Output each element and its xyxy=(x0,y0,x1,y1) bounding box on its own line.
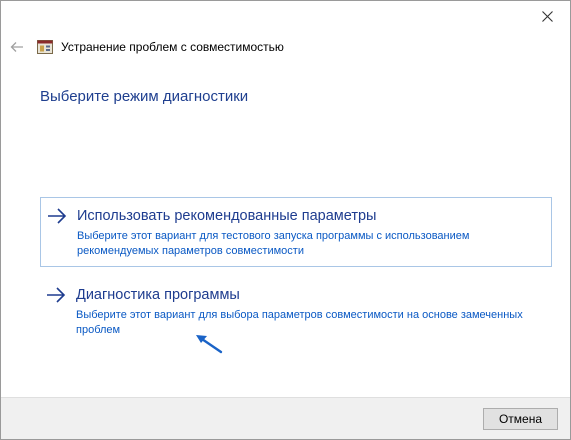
window-title: Устранение проблем с совместимостью xyxy=(61,40,284,54)
option-description: Выберите этот вариант для выбора парамет… xyxy=(76,309,523,336)
arrow-right-icon xyxy=(47,287,66,303)
page-title: Выберите режим диагностики xyxy=(40,88,249,105)
compatibility-troubleshooter-icon xyxy=(37,40,53,54)
troubleshooter-window: Устранение проблем с совместимостью Выбе… xyxy=(0,0,571,440)
arrow-right-icon xyxy=(48,208,67,224)
option-description: Выберите этот вариант для тестового запу… xyxy=(77,230,470,257)
back-arrow-icon xyxy=(10,42,23,52)
back-button[interactable] xyxy=(6,36,28,58)
close-icon xyxy=(541,10,553,22)
close-button[interactable] xyxy=(524,1,570,31)
navigation-row: Устранение проблем с совместимостью xyxy=(1,33,570,61)
title-bar xyxy=(1,1,570,31)
option-recommended-settings[interactable]: Использовать рекомендованные параметры В… xyxy=(40,197,552,267)
option-title: Использовать рекомендованные параметры xyxy=(77,208,377,224)
option-troubleshoot-program[interactable]: Диагностика программы Выберите этот вари… xyxy=(40,277,552,347)
dialog-footer: Отмена xyxy=(1,397,570,439)
option-title: Диагностика программы xyxy=(76,287,240,303)
cancel-button[interactable]: Отмена xyxy=(483,408,558,430)
pointer-arrow-icon xyxy=(196,335,223,354)
